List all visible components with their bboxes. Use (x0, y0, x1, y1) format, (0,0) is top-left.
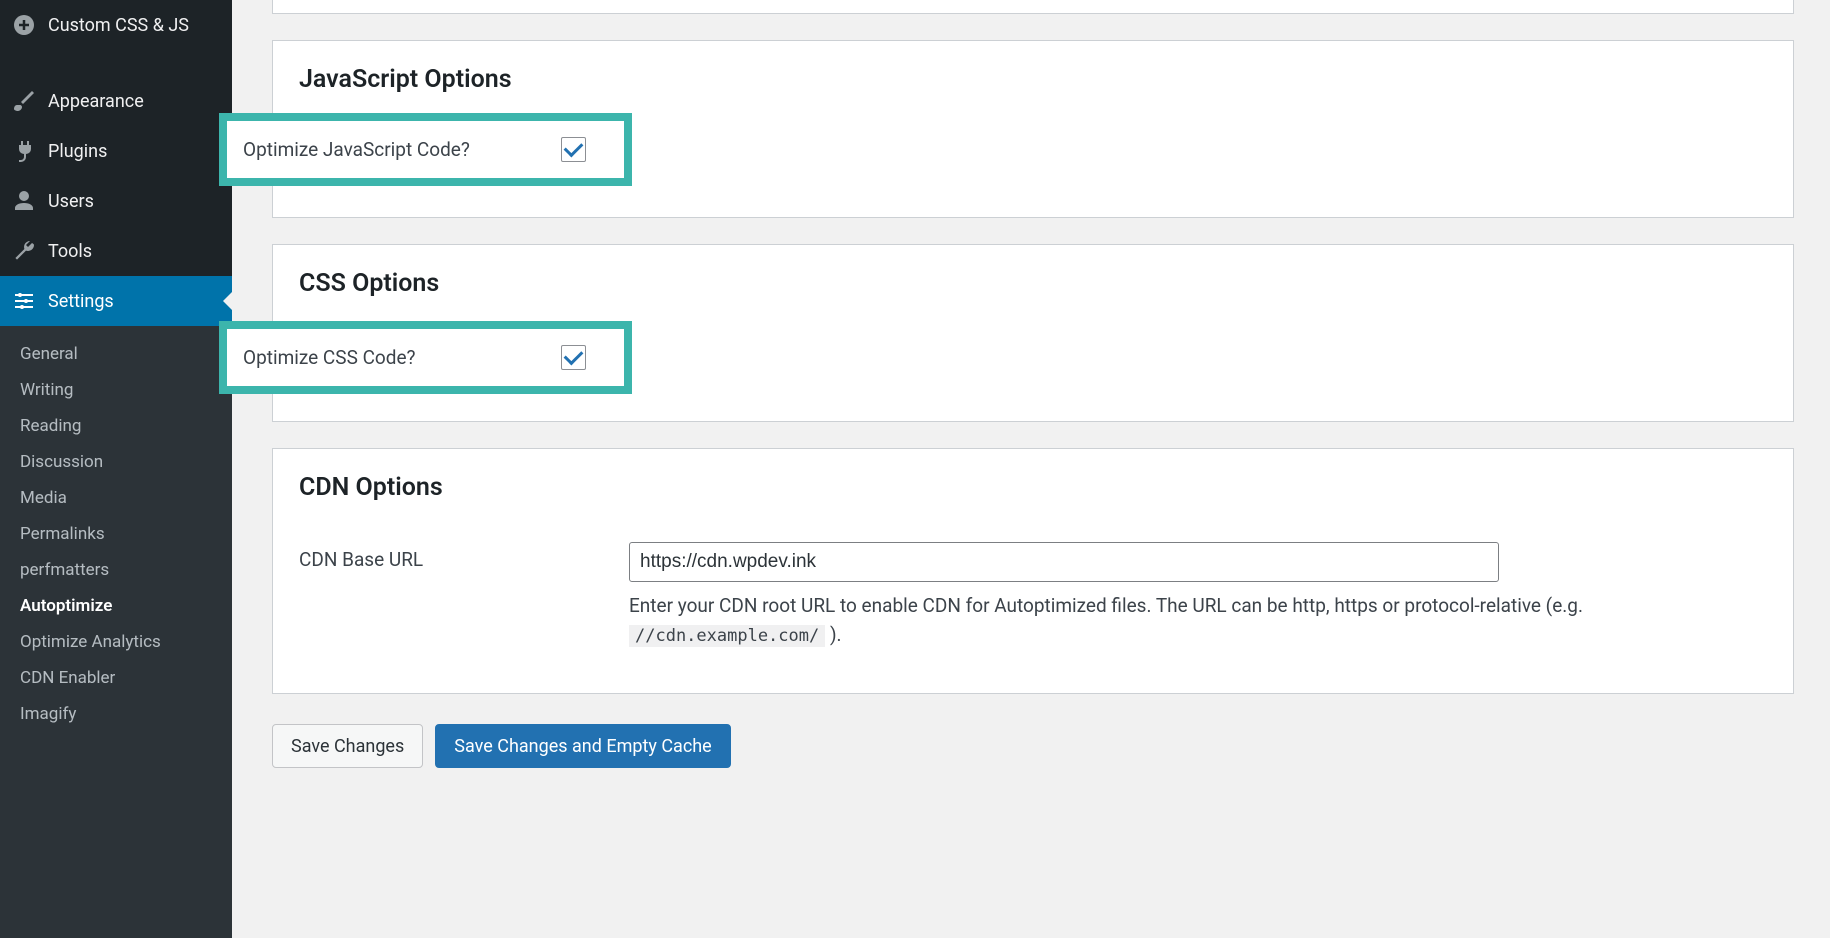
optimize-js-checkbox[interactable] (561, 137, 586, 162)
submenu-permalinks[interactable]: Permalinks (0, 516, 232, 552)
card-title-css: CSS Options (299, 269, 1767, 298)
admin-sidebar: Custom CSS & JS Appearance Plugins Users… (0, 0, 232, 938)
submenu-reading[interactable]: Reading (0, 408, 232, 444)
button-row: Save Changes Save Changes and Empty Cach… (272, 724, 1794, 768)
menu-label: Custom CSS & JS (48, 15, 189, 36)
submenu-perfmatters[interactable]: perfmatters (0, 552, 232, 588)
previous-card-sliver (272, 0, 1794, 14)
cdn-desc-prefix: Enter your CDN root URL to enable CDN fo… (629, 594, 1583, 617)
cdn-desc-suffix: ). (825, 623, 841, 646)
submenu-optimize-analytics[interactable]: Optimize Analytics (0, 624, 232, 660)
sliders-icon (12, 289, 36, 313)
cdn-desc-code: //cdn.example.com/ (629, 625, 825, 647)
menu-item-users[interactable]: Users (0, 176, 232, 226)
save-changes-button[interactable]: Save Changes (272, 724, 423, 768)
submenu-cdn-enabler[interactable]: CDN Enabler (0, 660, 232, 696)
save-changes-empty-cache-button[interactable]: Save Changes and Empty Cache (435, 724, 730, 768)
submenu-discussion[interactable]: Discussion (0, 444, 232, 480)
submenu-media[interactable]: Media (0, 480, 232, 516)
menu-label: Appearance (48, 91, 144, 112)
submenu-general[interactable]: General (0, 336, 232, 372)
menu-item-settings[interactable]: Settings (0, 276, 232, 326)
cdn-base-url-label: CDN Base URL (299, 542, 629, 571)
row-cdn-base-url: CDN Base URL Enter your CDN root URL to … (299, 526, 1767, 665)
menu-label: Plugins (48, 141, 107, 162)
main-content: Optimize JavaScript Code? Optimize CSS C… (232, 0, 1830, 938)
plug-icon (12, 139, 36, 163)
menu-label: Users (48, 191, 94, 212)
optimize-css-label: Optimize CSS Code? (243, 346, 561, 369)
menu-item-appearance[interactable]: Appearance (0, 76, 232, 126)
card-title-cdn: CDN Options (299, 473, 1767, 502)
card-title-js: JavaScript Options (299, 65, 1767, 94)
plus-circle-icon (12, 13, 36, 37)
menu-item-plugins[interactable]: Plugins (0, 126, 232, 176)
submenu-autoptimize[interactable]: Autoptimize (0, 588, 232, 624)
submenu-writing[interactable]: Writing (0, 372, 232, 408)
optimize-css-checkbox[interactable] (561, 345, 586, 370)
highlight-optimize-css: Optimize CSS Code? (219, 321, 632, 394)
user-icon (12, 189, 36, 213)
cdn-base-url-description: Enter your CDN root URL to enable CDN fo… (629, 592, 1767, 649)
menu-item-custom-css-js[interactable]: Custom CSS & JS (0, 0, 232, 50)
settings-submenu: General Writing Reading Discussion Media… (0, 326, 232, 938)
menu-label: Tools (48, 241, 92, 262)
submenu-imagify[interactable]: Imagify (0, 696, 232, 732)
optimize-js-label: Optimize JavaScript Code? (243, 138, 561, 161)
wrench-icon (12, 239, 36, 263)
card-cdn-options: CDN Options CDN Base URL Enter your CDN … (272, 448, 1794, 694)
brush-icon (12, 89, 36, 113)
menu-item-tools[interactable]: Tools (0, 226, 232, 276)
highlight-optimize-js: Optimize JavaScript Code? (219, 113, 632, 186)
cdn-base-url-input[interactable] (629, 542, 1499, 582)
menu-label: Settings (48, 291, 114, 312)
